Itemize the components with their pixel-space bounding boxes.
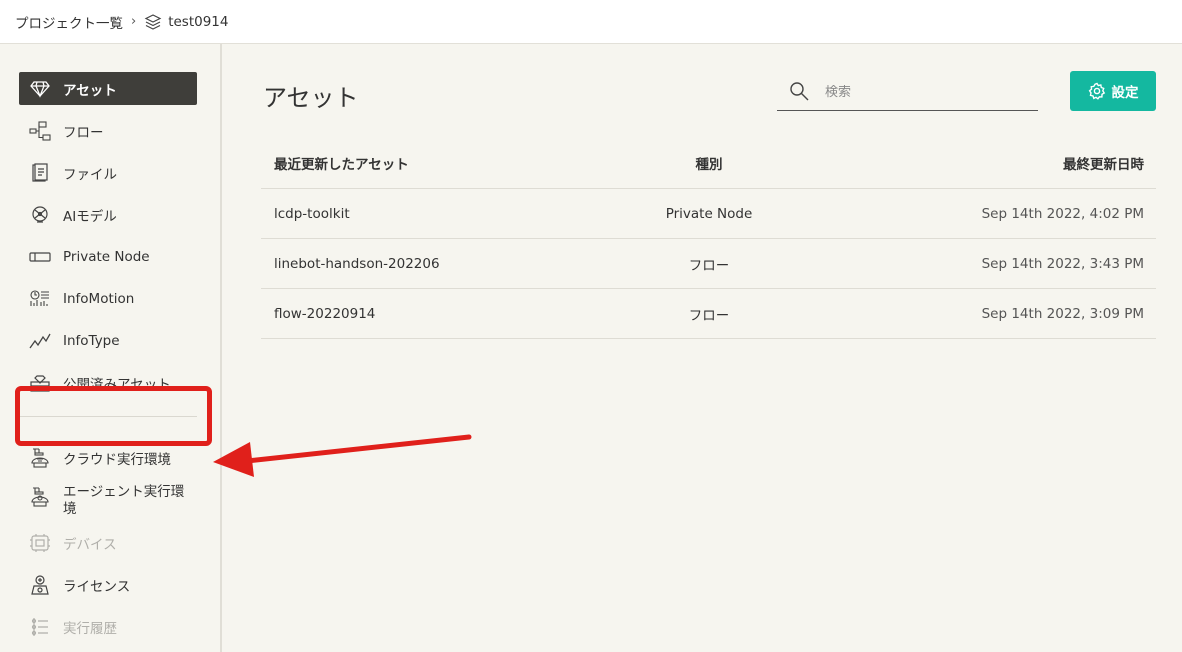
column-header-updated: 最終更新日時: [1063, 157, 1144, 173]
annotation-highlight-box: [15, 386, 212, 446]
table-row[interactable]: lcdp-toolkit Private Node Sep 14th 2022,…: [261, 189, 1156, 239]
sidebar-item-label: AIモデル: [63, 208, 117, 225]
infomotion-icon: [29, 288, 51, 310]
main-content: アセット 設定 最近更新したアセット 種別 最終更新日時 lcdp-toolki…: [224, 44, 1182, 652]
cloud-runtime-icon: [29, 447, 51, 469]
sidebar-item-label: ファイル: [63, 166, 117, 183]
file-icon: [29, 162, 51, 184]
asset-name-cell[interactable]: lcdp-toolkit: [274, 189, 350, 238]
diamond-icon: [29, 78, 51, 100]
page-title: アセット: [263, 84, 359, 112]
column-header-asset: 最近更新したアセット: [274, 157, 409, 173]
settings-button[interactable]: 設定: [1070, 71, 1156, 111]
asset-updated-cell: Sep 14th 2022, 4:02 PM: [981, 205, 1144, 222]
table-row[interactable]: flow-20220914 フロー Sep 14th 2022, 3:09 PM: [261, 289, 1156, 339]
agent-runtime-icon: [29, 486, 51, 508]
history-icon: [29, 616, 51, 638]
asset-updated-cell: Sep 14th 2022, 3:09 PM: [981, 305, 1144, 322]
search-icon: [789, 81, 811, 103]
layers-icon: [144, 13, 162, 31]
sidebar-item-private-node[interactable]: Private Node: [19, 240, 197, 273]
breadcrumb: プロジェクト一覧 › test0914: [0, 0, 1182, 44]
sidebar-item-label: InfoType: [63, 332, 120, 349]
breadcrumb-separator: ›: [131, 14, 137, 29]
sidebar-item-device[interactable]: デバイス: [19, 526, 197, 559]
sidebar-item-label: 実行履歴: [63, 620, 117, 637]
search-box[interactable]: [777, 74, 1038, 111]
sidebar-item-label: ライセンス: [63, 578, 131, 595]
gear-icon: [1088, 82, 1106, 100]
table-row[interactable]: linebot-handson-202206 フロー Sep 14th 2022…: [261, 239, 1156, 289]
sidebar-item-label: InfoMotion: [63, 290, 135, 307]
asset-type-cell: フロー: [688, 307, 730, 324]
settings-button-label: 設定: [1111, 85, 1139, 100]
asset-name-cell[interactable]: flow-20220914: [274, 289, 375, 338]
sidebar-item-history[interactable]: 実行履歴: [19, 610, 197, 643]
sidebar-item-assets[interactable]: アセット: [19, 72, 197, 105]
sidebar-item-license[interactable]: ライセンス: [19, 568, 197, 601]
sidebar-item-infomotion[interactable]: InfoMotion: [19, 282, 197, 315]
search-input[interactable]: [825, 84, 1015, 100]
recent-assets-table: 最近更新したアセット 種別 最終更新日時 lcdp-toolkit Privat…: [261, 138, 1156, 339]
sidebar-item-label: エージェント実行環境: [63, 484, 185, 517]
infotype-icon: [29, 330, 51, 352]
asset-type-cell: フロー: [688, 257, 730, 274]
sidebar-item-label: フロー: [63, 124, 104, 141]
sidebar-item-file[interactable]: ファイル: [19, 156, 197, 189]
sidebar-item-label: デバイス: [63, 536, 117, 553]
sidebar: アセット フロー ファイル AIモデル Private Node InfoMot…: [0, 44, 222, 652]
sidebar-item-label: アセット: [63, 82, 117, 99]
breadcrumb-project-list-link[interactable]: プロジェクト一覧: [15, 12, 123, 32]
asset-type-cell: Private Node: [665, 205, 753, 222]
column-header-type: 種別: [695, 157, 723, 173]
sidebar-item-agent-runtime[interactable]: エージェント実行環境: [19, 484, 197, 524]
sidebar-item-flow[interactable]: フロー: [19, 114, 197, 147]
license-icon: [29, 574, 51, 596]
flow-icon: [29, 120, 51, 142]
private-node-icon: [29, 246, 51, 268]
sidebar-item-label: Private Node: [63, 248, 150, 265]
sidebar-item-ai-model[interactable]: AIモデル: [19, 198, 197, 231]
sidebar-item-label: クラウド実行環境: [63, 451, 171, 468]
breadcrumb-current-project: test0914: [168, 13, 229, 30]
table-header-row: 最近更新したアセット 種別 最終更新日時: [261, 138, 1156, 189]
asset-name-cell[interactable]: linebot-handson-202206: [274, 239, 440, 288]
asset-updated-cell: Sep 14th 2022, 3:43 PM: [981, 255, 1144, 272]
device-icon: [29, 532, 51, 554]
sidebar-item-infotype[interactable]: InfoType: [19, 324, 197, 357]
ai-model-icon: [29, 204, 51, 226]
